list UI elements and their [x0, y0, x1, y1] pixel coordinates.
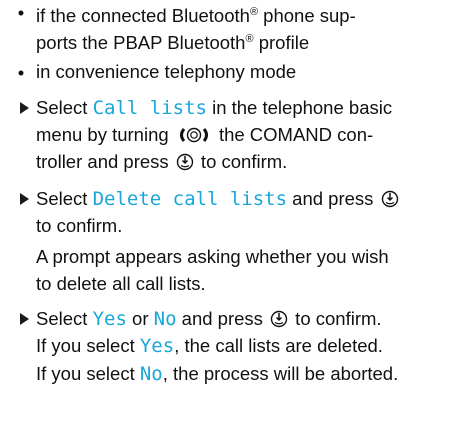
controller-press-icon: [176, 153, 194, 177]
step-arrow-icon: [20, 102, 29, 114]
bullet: •: [17, 2, 25, 23]
option-no: No: [153, 308, 177, 330]
step-3-line-3: If you select No, the process will be ab…: [36, 363, 399, 385]
condition-1-line-1: if the connected Bluetooth® phone sup-: [36, 5, 356, 26]
step-2-line-4: to delete all call lists.: [36, 273, 206, 294]
menu-item-call-lists: Call lists: [92, 97, 207, 119]
bullet: •: [17, 62, 25, 83]
option-no: No: [139, 363, 163, 385]
controller-rotate-icon: [178, 126, 210, 150]
controller-press-icon: [270, 310, 288, 334]
step-2-line-3: A prompt appears asking whether you wish: [36, 246, 389, 267]
step-2-line-1: Select Delete call lists and press: [36, 187, 401, 214]
option-yes: Yes: [139, 335, 175, 357]
condition-2-line-1: in convenience telephony mode: [36, 61, 297, 82]
step-3-line-1: Select Yes or No and press to confirm.: [36, 307, 382, 334]
condition-1-line-2: ports the PBAP Bluetooth® profile: [36, 32, 310, 53]
step-1-line-1: Select Call lists in the telephone basic: [36, 97, 393, 119]
step-1-line-2: menu by turning the COMAND con-: [36, 123, 373, 150]
option-yes: Yes: [92, 308, 127, 330]
step-arrow-icon: [20, 193, 29, 205]
controller-press-icon: [381, 190, 399, 214]
menu-item-delete-call-lists: Delete call lists: [92, 188, 288, 210]
step-arrow-icon: [20, 313, 29, 325]
step-2-line-2: to confirm.: [36, 215, 123, 236]
step-3-line-2: If you select Yes, the call lists are de…: [36, 335, 383, 357]
step-1-line-3: troller and press to confirm.: [36, 150, 287, 177]
